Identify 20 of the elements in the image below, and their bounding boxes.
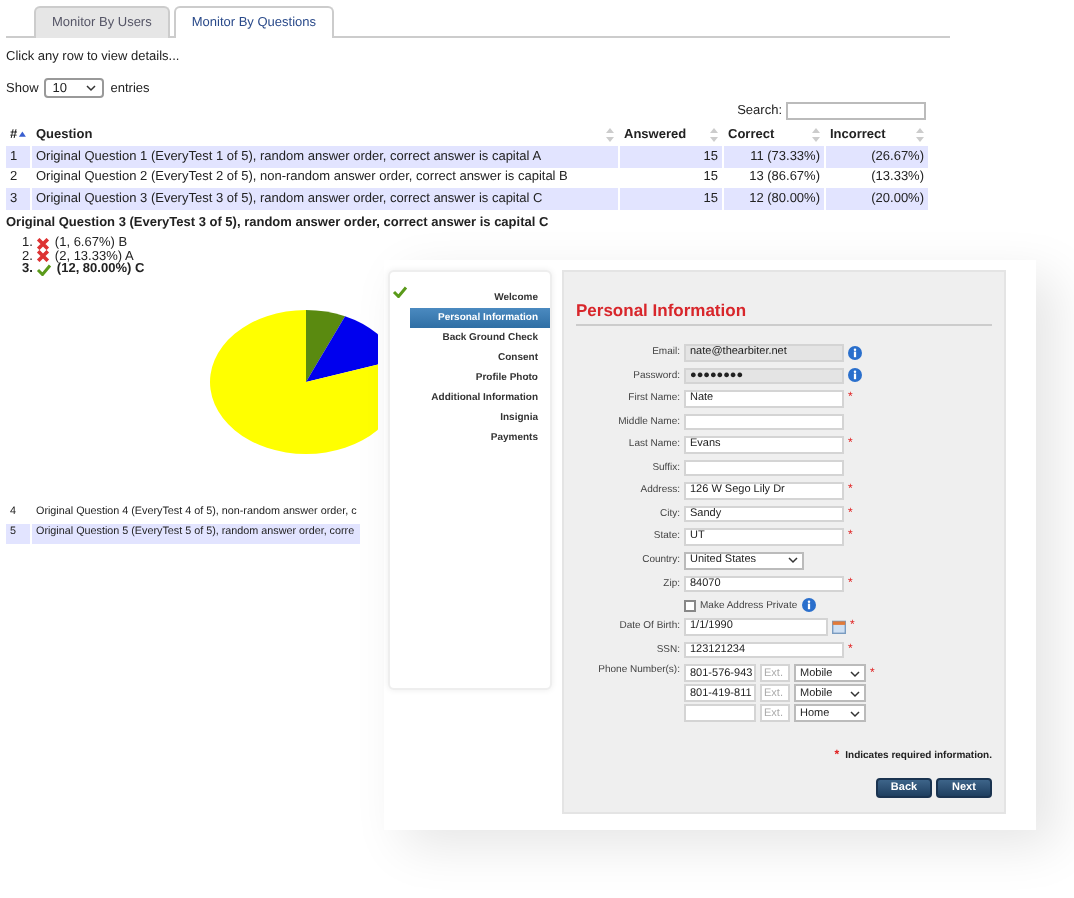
calendar-icon[interactable]: [832, 619, 846, 634]
form-title: Personal Information: [576, 300, 992, 326]
chevron-down-icon: [788, 556, 798, 564]
sort-icon[interactable]: [916, 128, 924, 142]
info-icon[interactable]: [801, 598, 816, 612]
checkbox[interactable]: [684, 599, 696, 611]
sort-icon[interactable]: [606, 128, 614, 142]
chevron-down-icon: [850, 709, 860, 717]
input-field[interactable]: [684, 413, 844, 430]
chevron-down-icon: [850, 669, 860, 677]
phone-field[interactable]: [684, 704, 756, 722]
sort-icon[interactable]: [710, 128, 718, 142]
input-field[interactable]: [684, 459, 844, 476]
sort-ascending-icon[interactable]: [17, 130, 26, 140]
chevron-down-icon: [850, 689, 860, 697]
search-field[interactable]: [786, 102, 926, 120]
checkmark-icon: [392, 286, 408, 298]
check-icon: [36, 263, 53, 276]
sort-icon[interactable]: [812, 128, 820, 142]
chevron-down-icon: [86, 84, 97, 92]
